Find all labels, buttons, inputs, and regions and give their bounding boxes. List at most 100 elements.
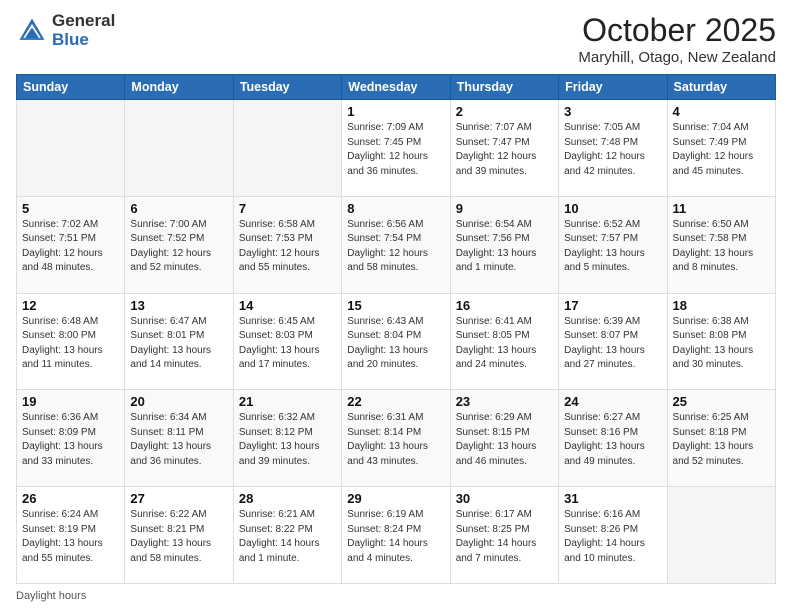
- logo-blue-text: Blue: [52, 31, 115, 50]
- day-number: 21: [239, 394, 336, 409]
- day-number: 5: [22, 201, 119, 216]
- calendar-body: 1 Sunrise: 7:09 AM Sunset: 7:45 PM Daylig…: [17, 100, 776, 584]
- week-row-1: 1 Sunrise: 7:09 AM Sunset: 7:45 PM Daylig…: [17, 100, 776, 197]
- day-info: Sunrise: 6:31 AM Sunset: 8:14 PM Dayligh…: [347, 411, 444, 469]
- day-cell: 13 Sunrise: 6:47 AM Sunset: 8:01 PM Dayli…: [125, 293, 233, 390]
- day-info: Sunrise: 6:52 AM Sunset: 7:57 PM Dayligh…: [564, 218, 661, 276]
- day-cell: 24Sunrise: 6:27 AM Sunset: 8:16 PM Dayli…: [559, 390, 667, 487]
- day-info: Sunrise: 6:56 AM Sunset: 7:54 PM Dayligh…: [347, 218, 444, 276]
- day-cell: [125, 100, 233, 197]
- day-number: 2: [456, 104, 553, 119]
- day-cell: 7Sunrise: 6:58 AM Sunset: 7:53 PM Daylig…: [233, 196, 341, 293]
- day-number: 3: [564, 104, 661, 119]
- day-info: Sunrise: 7:02 AM Sunset: 7:51 PM Dayligh…: [22, 218, 119, 276]
- day-number: 13: [130, 298, 227, 313]
- location: Maryhill, Otago, New Zealand: [578, 49, 776, 66]
- day-cell: 16 Sunrise: 6:41 AM Sunset: 8:05 PM Dayli…: [450, 293, 558, 390]
- day-cell: 14 Sunrise: 6:45 AM Sunset: 8:03 PM Dayli…: [233, 293, 341, 390]
- day-cell: 20Sunrise: 6:34 AM Sunset: 8:11 PM Dayli…: [125, 390, 233, 487]
- day-info: Sunrise: 6:45 AM Sunset: 8:03 PM Dayligh…: [239, 315, 336, 373]
- logo: General Blue: [16, 12, 115, 49]
- daylight-label: Daylight hours: [16, 590, 86, 602]
- day-info: Sunrise: 6:41 AM Sunset: 8:05 PM Dayligh…: [456, 315, 553, 373]
- day-info: Sunrise: 6:43 AM Sunset: 8:04 PM Dayligh…: [347, 315, 444, 373]
- calendar-header: SundayMondayTuesdayWednesdayThursdayFrid…: [17, 75, 776, 100]
- day-info: Sunrise: 6:21 AM Sunset: 8:22 PM Dayligh…: [239, 508, 336, 566]
- day-number: 31: [564, 491, 661, 506]
- day-number: 30: [456, 491, 553, 506]
- day-info: Sunrise: 6:38 AM Sunset: 8:08 PM Dayligh…: [673, 315, 770, 373]
- day-cell: [17, 100, 125, 197]
- day-number: 11: [673, 201, 770, 216]
- day-number: 22: [347, 394, 444, 409]
- day-cell: 15 Sunrise: 6:43 AM Sunset: 8:04 PM Dayli…: [342, 293, 450, 390]
- day-cell: 2 Sunrise: 7:07 AM Sunset: 7:47 PM Daylig…: [450, 100, 558, 197]
- day-info: Sunrise: 6:22 AM Sunset: 8:21 PM Dayligh…: [130, 508, 227, 566]
- title-block: October 2025 Maryhill, Otago, New Zealan…: [578, 12, 776, 66]
- day-cell: 29Sunrise: 6:19 AM Sunset: 8:24 PM Dayli…: [342, 487, 450, 584]
- header-cell-friday: Friday: [559, 75, 667, 100]
- day-info: Sunrise: 6:39 AM Sunset: 8:07 PM Dayligh…: [564, 315, 661, 373]
- day-cell: 9 Sunrise: 6:54 AM Sunset: 7:56 PM Daylig…: [450, 196, 558, 293]
- day-number: 7: [239, 201, 336, 216]
- day-info: Sunrise: 6:25 AM Sunset: 8:18 PM Dayligh…: [673, 411, 770, 469]
- header-cell-wednesday: Wednesday: [342, 75, 450, 100]
- day-cell: 8 Sunrise: 6:56 AM Sunset: 7:54 PM Daylig…: [342, 196, 450, 293]
- day-number: 18: [673, 298, 770, 313]
- day-number: 10: [564, 201, 661, 216]
- day-info: Sunrise: 6:29 AM Sunset: 8:15 PM Dayligh…: [456, 411, 553, 469]
- day-cell: 1 Sunrise: 7:09 AM Sunset: 7:45 PM Daylig…: [342, 100, 450, 197]
- day-number: 25: [673, 394, 770, 409]
- day-number: 4: [673, 104, 770, 119]
- day-number: 16: [456, 298, 553, 313]
- day-info: Sunrise: 7:09 AM Sunset: 7:45 PM Dayligh…: [347, 121, 444, 179]
- day-info: Sunrise: 6:27 AM Sunset: 8:16 PM Dayligh…: [564, 411, 661, 469]
- day-info: Sunrise: 7:07 AM Sunset: 7:47 PM Dayligh…: [456, 121, 553, 179]
- day-cell: 28Sunrise: 6:21 AM Sunset: 8:22 PM Dayli…: [233, 487, 341, 584]
- week-row-2: 5 Sunrise: 7:02 AM Sunset: 7:51 PM Daylig…: [17, 196, 776, 293]
- day-info: Sunrise: 6:32 AM Sunset: 8:12 PM Dayligh…: [239, 411, 336, 469]
- header-row: SundayMondayTuesdayWednesdayThursdayFrid…: [17, 75, 776, 100]
- day-cell: 6 Sunrise: 7:00 AM Sunset: 7:52 PM Daylig…: [125, 196, 233, 293]
- day-info: Sunrise: 7:05 AM Sunset: 7:48 PM Dayligh…: [564, 121, 661, 179]
- day-number: 8: [347, 201, 444, 216]
- day-cell: 3 Sunrise: 7:05 AM Sunset: 7:48 PM Daylig…: [559, 100, 667, 197]
- day-cell: 27 Sunrise: 6:22 AM Sunset: 8:21 PM Dayli…: [125, 487, 233, 584]
- header: General Blue October 2025 Maryhill, Otag…: [16, 12, 776, 66]
- day-info: Sunrise: 6:47 AM Sunset: 8:01 PM Dayligh…: [130, 315, 227, 373]
- day-info: Sunrise: 6:16 AM Sunset: 8:26 PM Dayligh…: [564, 508, 661, 566]
- day-info: Sunrise: 6:34 AM Sunset: 8:11 PM Dayligh…: [130, 411, 227, 469]
- day-cell: 12Sunrise: 6:48 AM Sunset: 8:00 PM Dayli…: [17, 293, 125, 390]
- day-info: Sunrise: 6:54 AM Sunset: 7:56 PM Dayligh…: [456, 218, 553, 276]
- day-info: Sunrise: 6:48 AM Sunset: 8:00 PM Dayligh…: [22, 315, 119, 373]
- day-number: 15: [347, 298, 444, 313]
- logo-text: General Blue: [52, 12, 115, 49]
- day-info: Sunrise: 7:04 AM Sunset: 7:49 PM Dayligh…: [673, 121, 770, 179]
- day-number: 29: [347, 491, 444, 506]
- day-number: 14: [239, 298, 336, 313]
- day-cell: 10 Sunrise: 6:52 AM Sunset: 7:57 PM Dayli…: [559, 196, 667, 293]
- day-cell: 18 Sunrise: 6:38 AM Sunset: 8:08 PM Dayli…: [667, 293, 775, 390]
- header-cell-sunday: Sunday: [17, 75, 125, 100]
- header-cell-saturday: Saturday: [667, 75, 775, 100]
- day-cell: 31 Sunrise: 6:16 AM Sunset: 8:26 PM Dayli…: [559, 487, 667, 584]
- logo-icon: [16, 15, 48, 47]
- day-cell: 30 Sunrise: 6:17 AM Sunset: 8:25 PM Dayli…: [450, 487, 558, 584]
- day-info: Sunrise: 7:00 AM Sunset: 7:52 PM Dayligh…: [130, 218, 227, 276]
- day-number: 27: [130, 491, 227, 506]
- day-number: 1: [347, 104, 444, 119]
- week-row-5: 26 Sunrise: 6:24 AM Sunset: 8:19 PM Dayli…: [17, 487, 776, 584]
- day-number: 26: [22, 491, 119, 506]
- header-cell-thursday: Thursday: [450, 75, 558, 100]
- day-info: Sunrise: 6:50 AM Sunset: 7:58 PM Dayligh…: [673, 218, 770, 276]
- day-number: 6: [130, 201, 227, 216]
- day-number: 17: [564, 298, 661, 313]
- day-number: 9: [456, 201, 553, 216]
- day-cell: 25 Sunrise: 6:25 AM Sunset: 8:18 PM Dayli…: [667, 390, 775, 487]
- day-cell: 4 Sunrise: 7:04 AM Sunset: 7:49 PM Daylig…: [667, 100, 775, 197]
- day-info: Sunrise: 6:17 AM Sunset: 8:25 PM Dayligh…: [456, 508, 553, 566]
- day-cell: [667, 487, 775, 584]
- day-info: Sunrise: 6:24 AM Sunset: 8:19 PM Dayligh…: [22, 508, 119, 566]
- month-title: October 2025: [578, 12, 776, 49]
- page: General Blue October 2025 Maryhill, Otag…: [0, 0, 792, 612]
